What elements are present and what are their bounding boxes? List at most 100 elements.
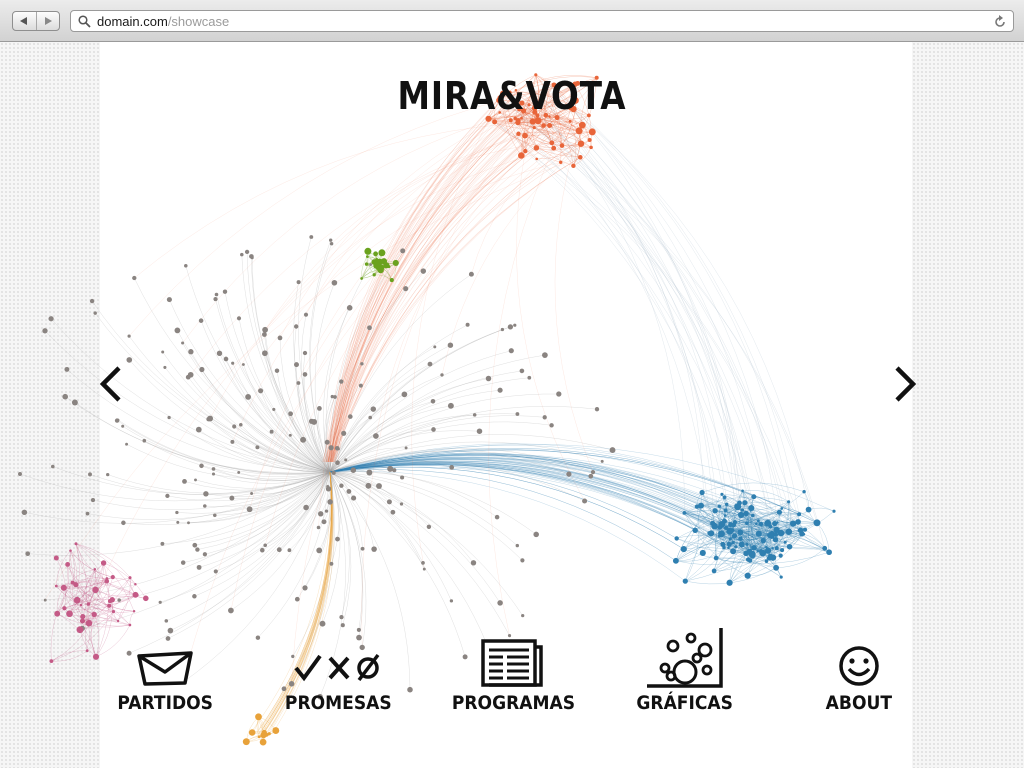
graph-node [407,686,413,693]
graph-node [257,735,261,739]
graph-node [90,498,96,503]
graph-node [300,436,307,443]
nav-graficas[interactable]: GRÁFICAS [632,628,738,732]
graph-node [422,567,426,571]
graph-node [116,418,120,422]
graph-node [303,312,309,317]
graph-node [765,546,768,549]
graph-node [594,407,600,412]
graph-node [756,549,760,553]
graph-node [85,649,89,653]
graph-node [515,119,521,126]
previous-button[interactable] [90,360,130,408]
graph-node [163,365,167,369]
graph-node [335,460,340,466]
graph-node [316,525,321,530]
address-bar[interactable]: domain.com/showcase [70,10,1014,32]
graph-node [590,470,596,475]
graph-node [142,438,147,443]
graph-node [551,145,557,151]
graph-node [288,433,292,437]
graph-node [672,557,679,564]
graph-node [360,362,364,366]
graph-node [372,273,376,277]
graph-node [258,388,264,394]
graph-node [420,268,427,274]
graph-node [248,729,256,736]
graph-node [699,549,706,556]
graph-node [533,145,540,151]
graph-node [802,490,806,494]
nav-label-about: ABOUT [825,692,893,714]
graph-node [195,547,200,552]
nav-promesas[interactable]: PROMESAS [280,632,396,732]
graph-node [158,600,162,604]
graph-node [340,623,345,628]
graph-node [447,342,454,348]
graph-node [54,610,61,617]
graph-node [779,575,783,579]
chevron-left-icon [99,366,121,402]
graph-node [231,361,235,365]
graph-node [244,249,250,255]
forward-button[interactable] [35,12,60,30]
graph-node [404,446,408,450]
graph-node [519,368,525,374]
graph-node [578,155,583,160]
graph-node [192,542,198,548]
graph-node [797,527,804,533]
page-title: MIRA&VOTA [397,74,627,118]
graph-node [742,500,748,506]
graph-node [192,594,197,599]
graph-edge [330,150,526,463]
next-button[interactable] [886,360,926,408]
graph-edge [309,240,331,473]
graph-node [237,470,241,474]
graph-node [85,511,90,516]
graph-node [128,576,132,580]
nav-partidos[interactable]: PARTIDOS [108,632,222,732]
graph-node [516,131,521,137]
graph-node [588,473,594,479]
graph-node [25,551,31,557]
graph-node [269,429,274,434]
graph-node [751,494,757,500]
graph-node [293,324,299,329]
graph-edge [199,471,331,568]
graph-node [802,527,808,532]
graph-node [347,414,353,419]
envelope-icon [137,651,193,686]
graph-node [203,504,207,508]
graph-node [69,549,72,552]
graph-node [296,381,301,385]
graph-node [294,596,300,602]
graph-node [373,251,378,257]
history-buttons [12,11,60,31]
graph-node [311,418,318,425]
graph-node [335,536,340,542]
nav-programas[interactable]: PROGRAMAS [451,632,575,732]
graph-edge [554,130,594,473]
graph-node [288,411,293,417]
graph-edge [333,93,533,463]
back-button[interactable] [13,12,36,30]
graph-node [712,508,718,514]
graph-node [376,483,382,489]
graph-node [433,345,437,349]
reload-icon[interactable] [993,14,1007,33]
graph-edge [499,112,725,498]
nav-about[interactable]: ABOUT [816,632,902,732]
graph-node [109,597,115,603]
graph-node [748,505,755,512]
graph-node [339,614,344,620]
graph-node [426,524,432,530]
graph-node [143,595,149,602]
graph-node [250,492,254,495]
graph-node [713,555,719,561]
graph-node [93,568,97,571]
graph-node [100,560,107,566]
graph-node [717,534,721,538]
graph-node [399,502,404,506]
graph-node [132,275,137,281]
chevron-right-icon [895,366,917,402]
